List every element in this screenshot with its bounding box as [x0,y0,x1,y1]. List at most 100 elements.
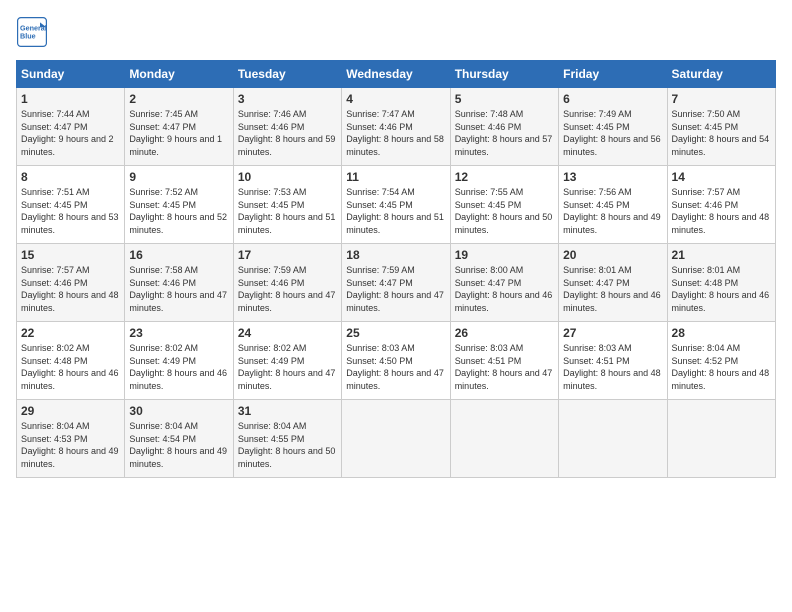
calendar-cell: 31 Sunrise: 8:04 AMSunset: 4:55 PMDayligh… [233,400,341,478]
weekday-header-sunday: Sunday [17,61,125,88]
calendar-cell: 30 Sunrise: 8:04 AMSunset: 4:54 PMDayligh… [125,400,233,478]
calendar-cell: 9 Sunrise: 7:52 AMSunset: 4:45 PMDaylight… [125,166,233,244]
calendar-cell: 27Sunrise: 8:03 AMSunset: 4:51 PMDayligh… [559,322,667,400]
day-number: 11 [346,170,445,184]
day-info: Sunrise: 8:03 AMSunset: 4:50 PMDaylight:… [346,343,444,391]
day-number: 15 [21,248,120,262]
day-number: 9 [129,170,228,184]
calendar-cell: 20 Sunrise: 8:01 AMSunset: 4:47 PMDayligh… [559,244,667,322]
logo-icon: General Blue [16,16,48,48]
weekday-header-monday: Monday [125,61,233,88]
calendar-cell: 16 Sunrise: 7:58 AMSunset: 4:46 PMDayligh… [125,244,233,322]
day-number: 31 [238,404,337,418]
day-number: 23 [129,326,228,340]
calendar-cell: 7 Sunrise: 7:50 AMSunset: 4:45 PMDaylight… [667,88,775,166]
day-number: 18 [346,248,445,262]
day-info: Sunrise: 7:59 AMSunset: 4:47 PMDaylight:… [346,265,444,313]
day-number: 5 [455,92,554,106]
calendar-cell: 15 Sunrise: 7:57 AMSunset: 4:46 PMDayligh… [17,244,125,322]
calendar-cell: 4Sunrise: 7:47 AMSunset: 4:46 PMDaylight… [342,88,450,166]
day-info: Sunrise: 7:44 AMSunset: 4:47 PMDaylight:… [21,109,114,157]
day-number: 14 [672,170,771,184]
day-info: Sunrise: 7:57 AMSunset: 4:46 PMDaylight:… [21,265,119,313]
weekday-header-friday: Friday [559,61,667,88]
day-number: 24 [238,326,337,340]
calendar-cell: 5 Sunrise: 7:48 AMSunset: 4:46 PMDaylight… [450,88,558,166]
calendar-cell [450,400,558,478]
header: General Blue [16,16,776,48]
calendar-cell: 26 Sunrise: 8:03 AMSunset: 4:51 PMDayligh… [450,322,558,400]
day-info: Sunrise: 7:46 AMSunset: 4:46 PMDaylight:… [238,109,336,157]
weekday-header-thursday: Thursday [450,61,558,88]
weekday-header-tuesday: Tuesday [233,61,341,88]
day-info: Sunrise: 8:01 AMSunset: 4:48 PMDaylight:… [672,265,770,313]
calendar-cell: 6Sunrise: 7:49 AMSunset: 4:45 PMDaylight… [559,88,667,166]
day-info: Sunrise: 8:02 AMSunset: 4:49 PMDaylight:… [129,343,227,391]
logo: General Blue [16,16,52,48]
calendar-cell: 2Sunrise: 7:45 AMSunset: 4:47 PMDaylight… [125,88,233,166]
day-number: 29 [21,404,120,418]
day-number: 25 [346,326,445,340]
calendar-cell: 21 Sunrise: 8:01 AMSunset: 4:48 PMDayligh… [667,244,775,322]
day-info: Sunrise: 8:04 AMSunset: 4:54 PMDaylight:… [129,421,227,469]
day-info: Sunrise: 7:51 AMSunset: 4:45 PMDaylight:… [21,187,119,235]
day-info: Sunrise: 8:03 AMSunset: 4:51 PMDaylight:… [455,343,553,391]
calendar-week-5: 29Sunrise: 8:04 AMSunset: 4:53 PMDayligh… [17,400,776,478]
day-number: 13 [563,170,662,184]
calendar-cell: 14Sunrise: 7:57 AMSunset: 4:46 PMDayligh… [667,166,775,244]
calendar-table: SundayMondayTuesdayWednesdayThursdayFrid… [16,60,776,478]
day-info: Sunrise: 7:59 AMSunset: 4:46 PMDaylight:… [238,265,336,313]
day-info: Sunrise: 8:04 AMSunset: 4:55 PMDaylight:… [238,421,336,469]
day-info: Sunrise: 7:48 AMSunset: 4:46 PMDaylight:… [455,109,553,157]
day-number: 21 [672,248,771,262]
calendar-cell [342,400,450,478]
calendar-cell [559,400,667,478]
day-info: Sunrise: 8:04 AMSunset: 4:52 PMDaylight:… [672,343,770,391]
day-info: Sunrise: 7:54 AMSunset: 4:45 PMDaylight:… [346,187,444,235]
day-number: 20 [563,248,662,262]
day-number: 16 [129,248,228,262]
day-number: 1 [21,92,120,106]
calendar-cell: 28 Sunrise: 8:04 AMSunset: 4:52 PMDayligh… [667,322,775,400]
day-info: Sunrise: 7:50 AMSunset: 4:45 PMDaylight:… [672,109,770,157]
calendar-cell: 8 Sunrise: 7:51 AMSunset: 4:45 PMDaylight… [17,166,125,244]
day-info: Sunrise: 7:58 AMSunset: 4:46 PMDaylight:… [129,265,227,313]
calendar-cell: 12Sunrise: 7:55 AMSunset: 4:45 PMDayligh… [450,166,558,244]
day-number: 3 [238,92,337,106]
day-info: Sunrise: 7:53 AMSunset: 4:45 PMDaylight:… [238,187,336,235]
day-number: 6 [563,92,662,106]
calendar-cell [667,400,775,478]
day-number: 19 [455,248,554,262]
day-number: 4 [346,92,445,106]
day-info: Sunrise: 8:01 AMSunset: 4:47 PMDaylight:… [563,265,661,313]
day-info: Sunrise: 7:52 AMSunset: 4:45 PMDaylight:… [129,187,227,235]
day-number: 10 [238,170,337,184]
calendar-week-2: 8 Sunrise: 7:51 AMSunset: 4:45 PMDaylight… [17,166,776,244]
calendar-cell: 19 Sunrise: 8:00 AMSunset: 4:47 PMDayligh… [450,244,558,322]
day-number: 12 [455,170,554,184]
day-info: Sunrise: 8:03 AMSunset: 4:51 PMDaylight:… [563,343,661,391]
day-info: Sunrise: 8:00 AMSunset: 4:47 PMDaylight:… [455,265,553,313]
day-number: 7 [672,92,771,106]
calendar-cell: 23 Sunrise: 8:02 AMSunset: 4:49 PMDayligh… [125,322,233,400]
day-number: 17 [238,248,337,262]
calendar-cell: 11 Sunrise: 7:54 AMSunset: 4:45 PMDayligh… [342,166,450,244]
day-number: 28 [672,326,771,340]
day-number: 2 [129,92,228,106]
calendar-cell: 3 Sunrise: 7:46 AMSunset: 4:46 PMDaylight… [233,88,341,166]
calendar-cell: 17 Sunrise: 7:59 AMSunset: 4:46 PMDayligh… [233,244,341,322]
day-number: 8 [21,170,120,184]
svg-text:Blue: Blue [20,31,36,40]
day-number: 30 [129,404,228,418]
calendar-container: General Blue SundayMondayTuesdayWednesda… [0,0,792,486]
day-number: 26 [455,326,554,340]
day-number: 22 [21,326,120,340]
calendar-body: 1 Sunrise: 7:44 AMSunset: 4:47 PMDaylight… [17,88,776,478]
weekday-header-row: SundayMondayTuesdayWednesdayThursdayFrid… [17,61,776,88]
day-info: Sunrise: 7:56 AMSunset: 4:45 PMDaylight:… [563,187,661,235]
calendar-week-1: 1 Sunrise: 7:44 AMSunset: 4:47 PMDaylight… [17,88,776,166]
calendar-cell: 22Sunrise: 8:02 AMSunset: 4:48 PMDayligh… [17,322,125,400]
calendar-week-3: 15 Sunrise: 7:57 AMSunset: 4:46 PMDayligh… [17,244,776,322]
calendar-week-4: 22Sunrise: 8:02 AMSunset: 4:48 PMDayligh… [17,322,776,400]
calendar-cell: 25 Sunrise: 8:03 AMSunset: 4:50 PMDayligh… [342,322,450,400]
